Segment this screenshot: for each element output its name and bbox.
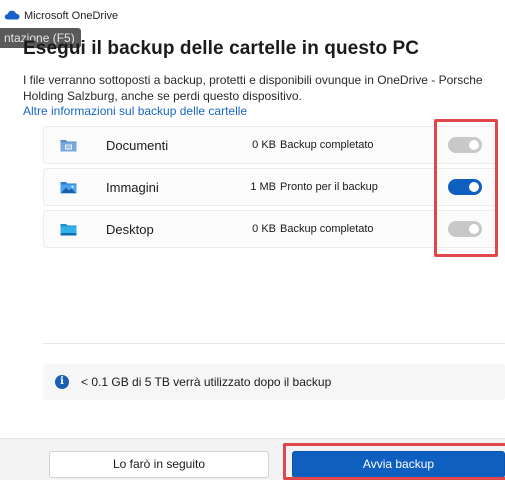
folder-name: Desktop — [106, 222, 154, 237]
later-button[interactable]: Lo farò in seguito — [49, 451, 269, 478]
folder-status: Pronto per il backup — [280, 181, 378, 193]
window-title: Microsoft OneDrive — [24, 10, 119, 22]
description-text: I file verranno sottoposti a backup, pro… — [23, 73, 483, 103]
storage-info-text: < 0.1 GB di 5 TB verrà utilizzato dopo i… — [81, 375, 332, 389]
more-info-link[interactable]: Altre informazioni sul backup delle cart… — [23, 104, 247, 118]
folder-status: Backup completato — [280, 139, 374, 151]
pictures-folder-icon — [60, 182, 77, 194]
documents-folder-icon — [60, 140, 77, 152]
folder-size: 0 KB — [252, 223, 276, 235]
folder-name: Immagini — [106, 180, 159, 195]
folder-row-documenti: Documenti 0 KB Backup completato — [43, 126, 498, 164]
backup-button-highlight-box — [283, 443, 505, 480]
title-bar: Microsoft OneDrive — [0, 0, 505, 30]
folder-row-desktop: Desktop 0 KB Backup completato — [43, 210, 498, 248]
folder-row-immagini: Immagini 1 MB Pronto per il backup — [43, 168, 498, 206]
folder-status: Backup completato — [280, 223, 374, 235]
folder-size: 0 KB — [252, 139, 276, 151]
info-icon: i — [55, 375, 69, 389]
folder-size: 1 MB — [250, 181, 276, 193]
toggles-highlight-box — [434, 119, 498, 257]
onedrive-backup-dialog: Microsoft OneDrive ntazione (F5) Esegui … — [0, 0, 505, 480]
desktop-folder-icon — [60, 224, 77, 236]
folder-name: Documenti — [106, 138, 169, 153]
section-divider — [43, 343, 505, 344]
page-title: Esegui il backup delle cartelle in quest… — [23, 38, 420, 59]
storage-info-box: i < 0.1 GB di 5 TB verrà utilizzato dopo… — [43, 364, 505, 400]
onedrive-cloud-icon — [4, 10, 20, 20]
